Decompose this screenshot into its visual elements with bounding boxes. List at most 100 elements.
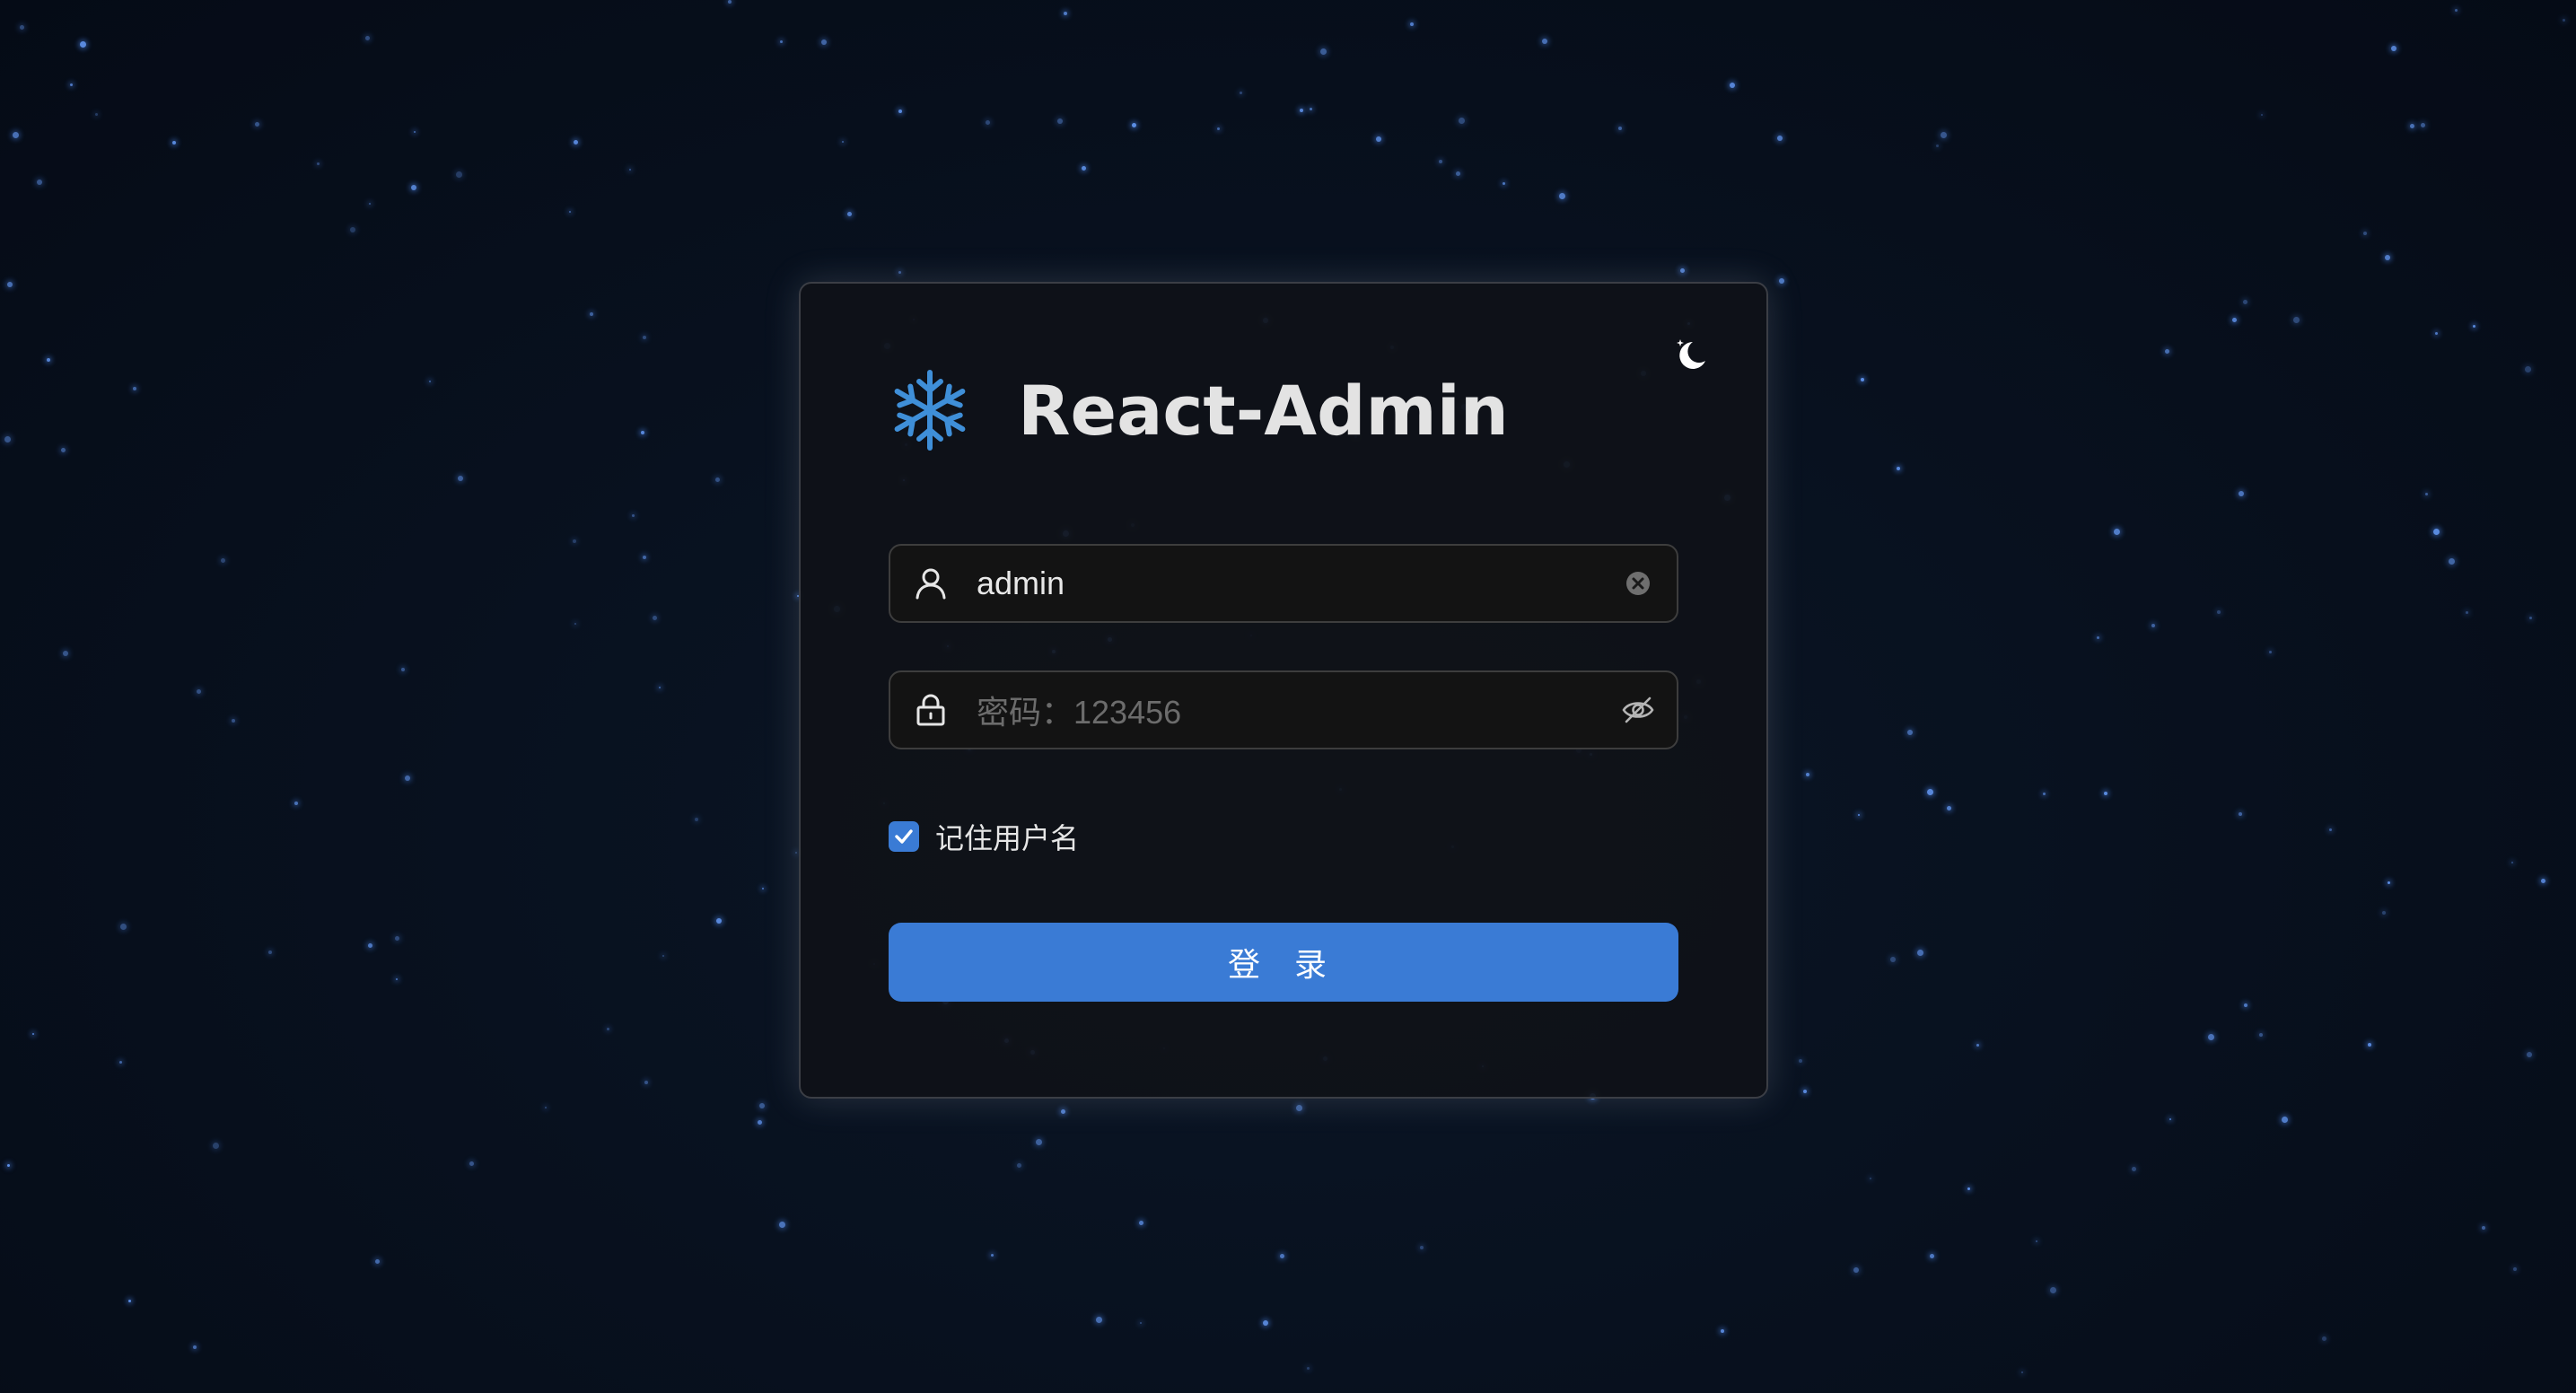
star-dot (2239, 812, 2242, 816)
star-dot (1456, 171, 1460, 176)
star-dot (2329, 828, 2332, 831)
moon-icon (1677, 339, 1705, 369)
star-dot (119, 1061, 122, 1064)
star-dot (1799, 1059, 1802, 1063)
check-icon (895, 829, 913, 844)
star-dot (2511, 862, 2513, 863)
star-dot (1897, 467, 1900, 470)
star-dot (1139, 1221, 1143, 1225)
star-dot (2368, 1043, 2371, 1047)
star-dot (414, 131, 416, 133)
star-dot (2541, 879, 2545, 883)
star-dot (458, 476, 463, 481)
star-dot (842, 141, 844, 143)
star-dot (2563, 19, 2565, 22)
star-dot (32, 1033, 34, 1035)
star-dot (1941, 132, 1947, 138)
star-dot (1061, 1109, 1065, 1114)
star-dot (2363, 232, 2367, 235)
star-dot (2169, 1118, 2171, 1120)
star-dot (1806, 773, 1809, 776)
star-dot (2114, 529, 2120, 535)
star-dot (758, 1120, 762, 1125)
star-dot (715, 477, 720, 482)
star-dot (37, 180, 42, 185)
star-dot (1680, 268, 1685, 273)
star-dot (1917, 950, 1923, 956)
star-dot (221, 558, 225, 563)
star-dot (2529, 617, 2532, 619)
star-dot (193, 1345, 197, 1349)
username-field[interactable]: admin (889, 544, 1678, 623)
star-dot (120, 924, 127, 930)
star-dot (1280, 1254, 1284, 1258)
star-dot (1890, 957, 1896, 962)
star-dot (469, 1161, 474, 1166)
star-dot (1927, 789, 1933, 795)
star-dot (1410, 22, 1414, 26)
star-dot (2208, 1034, 2214, 1040)
star-dot (1559, 193, 1565, 199)
star-dot (2165, 349, 2169, 354)
brand-header: React-Admin (885, 361, 1509, 460)
star-dot (898, 110, 902, 113)
star-dot (375, 1259, 380, 1264)
star-dot (762, 888, 764, 889)
star-dot (1320, 48, 1327, 55)
star-dot (2466, 611, 2468, 614)
star-dot (2021, 1371, 2023, 1373)
password-input[interactable]: 密码：123456 (977, 687, 1621, 733)
login-button[interactable]: 登 录 (889, 923, 1678, 1002)
star-dot (20, 25, 24, 30)
star-dot (2243, 300, 2247, 304)
star-dot (47, 358, 50, 362)
remember-username-checkbox[interactable]: 记住用户名 (889, 819, 1079, 854)
star-dot (2455, 9, 2458, 12)
star-dot (1057, 118, 1063, 124)
star-dot (2421, 123, 2425, 127)
star-dot (1907, 730, 1913, 735)
star-dot (2382, 911, 2386, 915)
star-dot (317, 162, 320, 165)
star-dot (128, 1300, 131, 1302)
star-dot (1376, 136, 1381, 142)
star-dot (1870, 1178, 1871, 1179)
star-dot (365, 36, 370, 40)
star-dot (232, 719, 235, 723)
star-dot (986, 120, 990, 125)
star-dot (2322, 1336, 2326, 1341)
theme-toggle-button[interactable] (1669, 334, 1713, 377)
clear-circle-icon[interactable] (1621, 566, 1655, 600)
checkbox-box[interactable] (889, 821, 919, 852)
star-dot (7, 1164, 10, 1167)
star-dot (1967, 1187, 1970, 1190)
snowflake-icon (894, 370, 966, 451)
star-dot (268, 951, 272, 954)
star-dot (1779, 278, 1784, 284)
star-dot (991, 1254, 994, 1257)
user-icon (916, 568, 946, 600)
star-dot (795, 852, 797, 854)
star-dot (2097, 636, 2099, 639)
star-dot (2261, 114, 2263, 116)
star-dot (2391, 46, 2396, 51)
star-dot (1096, 1317, 1102, 1323)
star-dot (2388, 881, 2390, 884)
star-dot (695, 818, 698, 821)
star-dot (2269, 651, 2272, 653)
star-dot (629, 169, 631, 171)
star-dot (1721, 1329, 1724, 1333)
eye-invisible-icon[interactable] (1621, 693, 1655, 727)
star-dot (2151, 624, 2155, 627)
star-dot (2239, 491, 2244, 496)
star-dot (2525, 366, 2531, 372)
star-dot (573, 539, 576, 543)
star-dot (2293, 317, 2300, 323)
star-dot (172, 141, 176, 145)
password-field[interactable]: 密码：123456 (889, 670, 1678, 749)
star-dot (401, 668, 405, 671)
username-input[interactable]: admin (977, 565, 1621, 602)
star-dot (898, 271, 901, 274)
star-dot (716, 918, 722, 924)
star-dot (7, 282, 13, 287)
